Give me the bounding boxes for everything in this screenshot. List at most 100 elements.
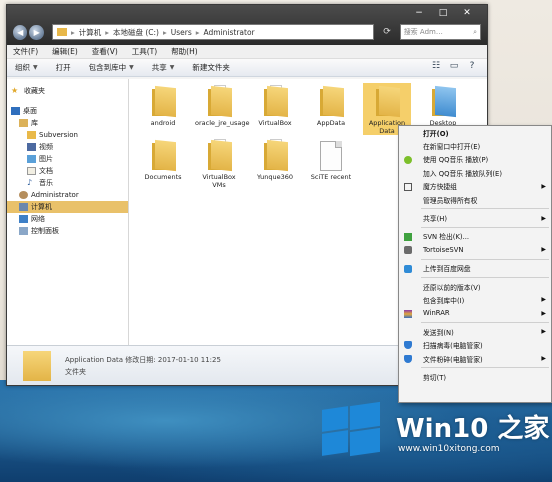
- shield-icon: [404, 354, 412, 363]
- help-icon[interactable]: ?: [463, 61, 481, 71]
- maximize-button[interactable]: □: [431, 7, 455, 20]
- file-item[interactable]: oracle_jre_usage: [195, 85, 249, 127]
- menu-item-mofang[interactable]: 魔方快捷组 ▶: [399, 180, 551, 193]
- sidebar-item-label: 文档: [39, 167, 53, 175]
- sidebar-item-documents[interactable]: 文档: [7, 165, 128, 177]
- refresh-icon[interactable]: ⟳: [378, 27, 395, 37]
- breadcrumb-item[interactable]: 本地磁盘 (C:): [113, 27, 159, 38]
- sidebar-item-control-panel[interactable]: 控制面板: [7, 225, 128, 237]
- breadcrumb-item[interactable]: Users: [171, 28, 192, 37]
- new-folder-button[interactable]: 新建文件夹: [192, 62, 230, 73]
- file-item[interactable]: SciTE recent: [307, 139, 355, 181]
- sidebar-item-label: 图片: [39, 155, 53, 163]
- menu-file[interactable]: 文件(F): [13, 46, 38, 57]
- menu-item-label: 扫描病毒(电脑管家): [423, 342, 483, 351]
- search-placeholder: 搜索 Adm…: [403, 28, 443, 36]
- desktop-icon: [11, 107, 20, 115]
- menu-item-include-library[interactable]: 包含到库中(I) ▶: [399, 293, 551, 306]
- sidebar-item-desktop[interactable]: 桌面: [7, 105, 128, 117]
- submenu-arrow-icon: ▶: [541, 246, 546, 254]
- menu-item-virus-scan[interactable]: 扫描病毒(电脑管家): [399, 338, 551, 351]
- breadcrumb-item[interactable]: Administrator: [204, 28, 255, 37]
- file-item[interactable]: Yunque360: [251, 139, 299, 181]
- menu-item-winrar[interactable]: WinRAR ▶: [399, 307, 551, 320]
- details-type: 文件夹: [65, 367, 86, 376]
- sidebar-item-library[interactable]: 库: [7, 117, 128, 129]
- navigation-row: ◀ ▶ ▸ 计算机 ▸ 本地磁盘 (C:) ▸ Users ▸ Administ…: [13, 23, 481, 41]
- forward-button[interactable]: ▶: [29, 24, 44, 40]
- sidebar-item-music[interactable]: ♪ 音乐: [7, 177, 128, 189]
- menu-item-restore-versions[interactable]: 还原以前的版本(V): [399, 280, 551, 293]
- file-item[interactable]: VirtualBox: [251, 85, 299, 127]
- search-input[interactable]: 搜索 Adm… ⌕: [399, 24, 481, 40]
- sidebar-item-favorites[interactable]: ★ 收藏夹: [7, 85, 128, 97]
- chevron-icon: ▸: [162, 27, 167, 37]
- menu-item-label: 剪切(T): [423, 373, 447, 382]
- sidebar-item-label: 控制面板: [31, 227, 59, 235]
- menu-item-svn-checkout[interactable]: SVN 检出(K)...: [399, 230, 551, 243]
- minimize-button[interactable]: −: [407, 7, 431, 20]
- close-button[interactable]: ✕: [455, 7, 479, 20]
- open-button[interactable]: 打开: [56, 62, 71, 73]
- sidebar-item-administrator[interactable]: Administrator: [7, 189, 128, 201]
- submenu-arrow-icon: ▶: [541, 214, 546, 222]
- sidebar-item-subversion[interactable]: Subversion: [7, 129, 128, 141]
- menu-divider: [421, 226, 549, 228]
- menu-tools[interactable]: 工具(T): [132, 46, 157, 57]
- menu-item-label: 共享(H): [423, 215, 448, 224]
- folder-icon: [206, 139, 232, 172]
- qq-music-icon: [404, 155, 412, 164]
- sidebar-item-computer[interactable]: 计算机: [7, 201, 128, 213]
- chevron-down-icon: ▼: [33, 64, 38, 71]
- search-icon[interactable]: ⌕: [473, 28, 477, 37]
- menu-item-label: 加入 QQ音乐 播放队列(E): [423, 169, 502, 178]
- file-item[interactable]: Desktop: [419, 85, 467, 127]
- menu-help[interactable]: 帮助(H): [171, 46, 198, 57]
- watermark: Win10 之家 www.win10xitong.com: [318, 396, 550, 468]
- chevron-icon: ▸: [70, 27, 75, 37]
- back-button[interactable]: ◀: [13, 24, 28, 40]
- details-title: Application Data 修改日期: 2017-01-10 11:25: [65, 355, 221, 364]
- winrar-icon: [404, 309, 412, 318]
- menu-divider: [421, 322, 549, 324]
- menu-item-label: 在新窗口中打开(E): [423, 143, 481, 152]
- file-item[interactable]: AppData: [307, 85, 355, 127]
- watermark-url: www.win10xitong.com: [398, 444, 500, 454]
- menu-item-open-new-window[interactable]: 在新窗口中打开(E): [399, 139, 551, 152]
- breadcrumb-item[interactable]: 计算机: [79, 27, 102, 38]
- file-item[interactable]: VirtualBox VMs: [195, 139, 243, 189]
- file-item[interactable]: android: [139, 85, 187, 127]
- menu-item-label: 管理员取得所有权: [423, 196, 478, 205]
- menu-item-baidu-upload[interactable]: 上传到百度网盘: [399, 262, 551, 275]
- menu-item-qq-play[interactable]: 使用 QQ音乐 播放(P): [399, 153, 551, 166]
- menu-item-file-shred[interactable]: 文件粉碎(电脑管家) ▶: [399, 352, 551, 365]
- menu-item-qq-queue[interactable]: 加入 QQ音乐 播放队列(E): [399, 166, 551, 179]
- computer-icon: [19, 203, 28, 211]
- grid-icon: [404, 182, 412, 191]
- organize-label: 组织: [15, 63, 30, 72]
- sidebar-item-pictures[interactable]: 图片: [7, 153, 128, 165]
- share-button[interactable]: 共享 ▼: [152, 62, 175, 73]
- document-icon: [27, 167, 36, 175]
- menu-item-take-ownership[interactable]: 管理员取得所有权: [399, 193, 551, 206]
- menu-item-share[interactable]: 共享(H) ▶: [399, 211, 551, 224]
- menu-item-cut[interactable]: 剪切(T): [399, 370, 551, 383]
- sidebar-item-videos[interactable]: 视频: [7, 141, 128, 153]
- menu-divider: [421, 258, 549, 260]
- address-bar[interactable]: ▸ 计算机 ▸ 本地磁盘 (C:) ▸ Users ▸ Administrato…: [51, 24, 375, 40]
- menu-item-label: 文件粉碎(电脑管家): [423, 355, 483, 364]
- include-library-button[interactable]: 包含到库中 ▼: [89, 62, 134, 73]
- preview-pane-icon[interactable]: ▭: [445, 61, 463, 71]
- organize-button[interactable]: 组织 ▼: [15, 62, 38, 73]
- menu-item-tortoisesvn[interactable]: TortoiseSVN ▶: [399, 243, 551, 256]
- menu-divider: [421, 367, 549, 369]
- menu-view[interactable]: 查看(V): [92, 46, 118, 57]
- menu-item-open[interactable]: 打开(O): [399, 126, 551, 139]
- view-options-icon[interactable]: ☷: [427, 61, 445, 71]
- user-icon: [19, 191, 28, 199]
- menu-item-label: 上传到百度网盘: [423, 265, 471, 274]
- sidebar-item-network[interactable]: 网络: [7, 213, 128, 225]
- file-item[interactable]: Documents: [139, 139, 187, 181]
- menu-item-send-to[interactable]: 发送到(N) ▶: [399, 325, 551, 338]
- menu-edit[interactable]: 编辑(E): [52, 46, 78, 57]
